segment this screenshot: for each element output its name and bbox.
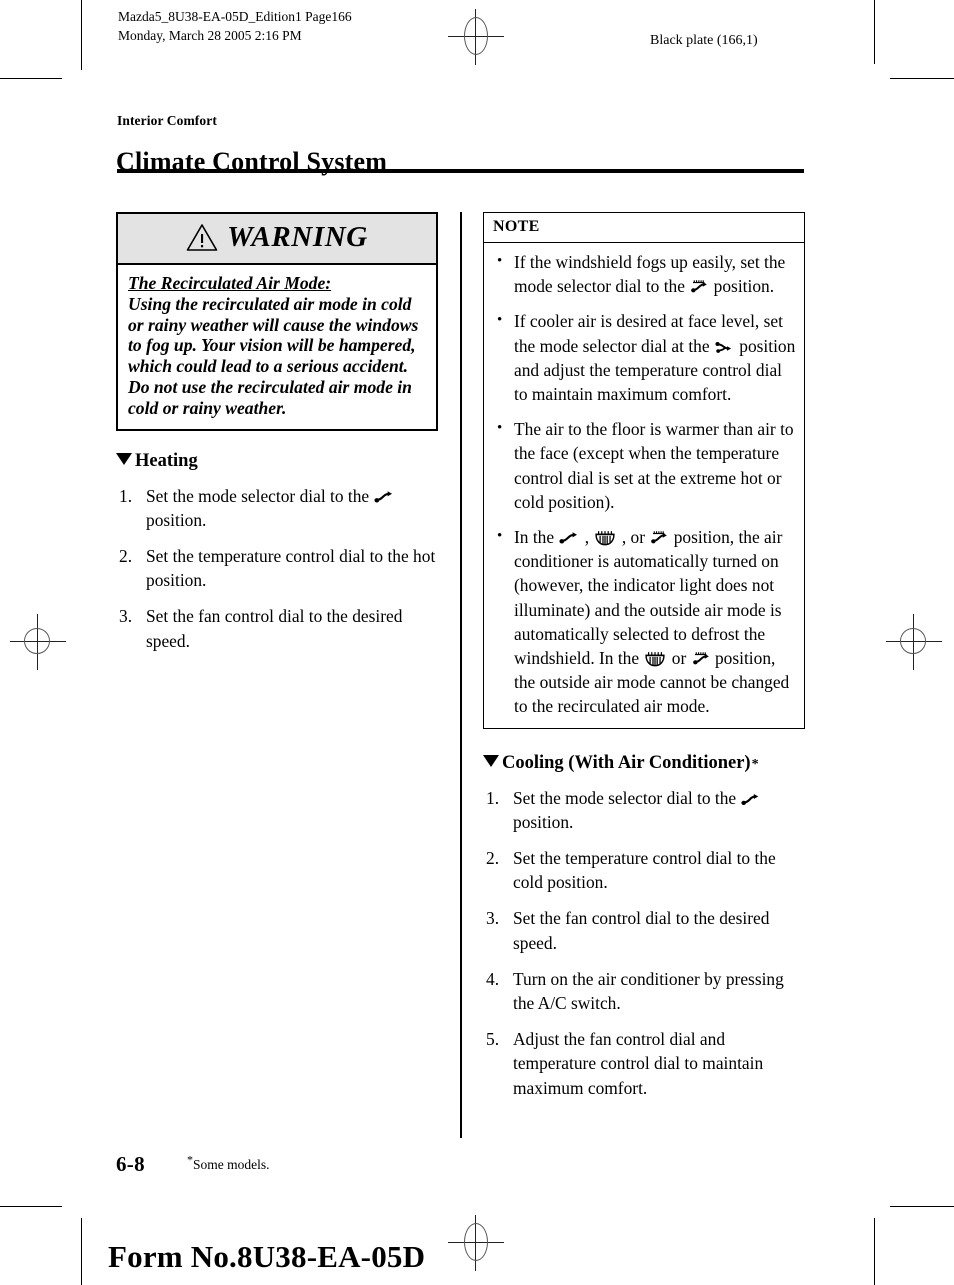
face-mode-icon	[741, 793, 759, 805]
note-label: NOTE	[484, 213, 804, 243]
step-text: Adjust the fan control dial and temperat…	[513, 1029, 764, 1098]
page-number: 6-8	[116, 1152, 145, 1176]
step-text: Set the temperature control dial to the …	[146, 545, 436, 591]
column-divider	[460, 212, 462, 1138]
registration-mark-top	[448, 9, 504, 65]
registration-mark-left	[10, 614, 66, 670]
defrost-mode-icon	[691, 280, 708, 293]
step-text-before: Set the mode selector dial to the	[146, 485, 374, 506]
warning-callout: WARNING The Recirculated Air Mode: Using …	[116, 212, 438, 431]
triangle-down-icon	[116, 452, 132, 465]
title-rule	[117, 169, 804, 173]
crop-mark-top-right-vertical	[874, 0, 875, 64]
list-item: Set the temperature control dial to the …	[116, 544, 438, 592]
list-item: If the windshield fogs up easily, set th…	[492, 249, 796, 298]
footnote: *Some models.	[187, 1154, 270, 1173]
note-callout: NOTE If the windshield fogs up easily, s…	[483, 212, 805, 729]
note-text: ,	[580, 527, 594, 548]
right-column: NOTE If the windshield fogs up easily, s…	[483, 212, 805, 1100]
list-item: Turn on the air conditioner by pressing …	[483, 967, 805, 1015]
crop-mark-top-right-horizontal	[890, 78, 954, 79]
face-foot-mode-icon	[715, 341, 732, 353]
crop-mark-bottom-right-vertical	[874, 1218, 875, 1285]
warning-body-text: Using the recirculated air mode in cold …	[128, 293, 419, 418]
list-item: If cooler air is desired at face level, …	[492, 308, 796, 406]
registration-mark-bottom	[448, 1215, 504, 1271]
crop-mark-bottom-left-horizontal	[0, 1206, 62, 1207]
list-item: In the , , or	[492, 524, 796, 719]
crop-mark-bottom-left-vertical	[81, 1218, 82, 1285]
foot-mode-icon	[559, 532, 578, 544]
note-text: position.	[709, 276, 775, 297]
note-list: If the windshield fogs up easily, set th…	[492, 249, 796, 719]
warning-label: WARNING	[227, 221, 368, 253]
note-text: In the	[514, 527, 559, 548]
heating-heading-label: Heating	[135, 450, 198, 471]
list-item: Set the mode selector dial to the positi…	[483, 786, 805, 834]
plate-label: Black plate (166,1)	[650, 33, 758, 48]
windshield-defrost-icon	[645, 652, 666, 667]
chapter-eyebrow: Interior Comfort	[117, 113, 217, 128]
step-text-before: Set the mode selector dial to the	[513, 787, 741, 808]
list-item: Set the mode selector dial to the positi…	[116, 484, 438, 532]
cooling-steps: Set the mode selector dial to the positi…	[483, 786, 805, 1100]
step-text: Turn on the air conditioner by pressing …	[513, 968, 784, 1014]
warning-header: WARNING	[118, 214, 436, 265]
note-text: The air to the floor is warmer than air …	[514, 419, 794, 512]
list-item: Set the fan control dial to the desired …	[483, 906, 805, 954]
foot-mode-icon	[374, 490, 393, 503]
step-text: Set the temperature control dial to the …	[513, 848, 776, 893]
print-job-line-2: Monday, March 28 2005 2:16 PM	[118, 28, 302, 43]
section-heading-heating: Heating	[116, 451, 438, 472]
note-text: , or	[617, 527, 650, 548]
warning-triangle-icon	[186, 224, 218, 251]
step-text-after: position.	[513, 811, 574, 832]
form-number: Form No.8U38-EA-05D	[108, 1239, 426, 1274]
footnote-text: Some models.	[193, 1157, 270, 1172]
step-text: Set the fan control dial to the desired …	[513, 908, 770, 953]
cooling-heading-label: Cooling (With Air Conditioner)	[502, 752, 751, 773]
step-text: Set the fan control dial to the desired …	[146, 606, 403, 651]
crop-mark-bottom-right-horizontal	[890, 1206, 954, 1207]
step-text-after: position.	[146, 509, 207, 530]
list-item: Set the fan control dial to the desired …	[116, 604, 438, 652]
warning-lead-in: The Recirculated Air Mode:	[128, 273, 332, 293]
note-body: If the windshield fogs up easily, set th…	[484, 243, 804, 728]
left-column: WARNING The Recirculated Air Mode: Using …	[116, 212, 438, 653]
registration-mark-right	[886, 614, 942, 670]
print-job-line-1: Mazda5_8U38-EA-05D_Edition1 Page166	[118, 9, 352, 24]
crop-mark-top-left-vertical	[81, 0, 82, 70]
defrost-mode-icon	[692, 652, 709, 665]
list-item: Set the temperature control dial to the …	[483, 846, 805, 894]
windshield-defrost-icon	[595, 531, 616, 546]
list-item: Adjust the fan control dial and temperat…	[483, 1027, 805, 1100]
triangle-down-icon	[483, 754, 499, 767]
note-text: position, the air conditioner is automat…	[514, 527, 783, 669]
heating-steps: Set the mode selector dial to the positi…	[116, 484, 438, 653]
print-job-info: Mazda5_8U38-EA-05D_Edition1 Page166 Monda…	[118, 7, 352, 45]
defrost-mode-icon	[651, 531, 668, 544]
note-text: or	[667, 648, 691, 669]
warning-text: The Recirculated Air Mode: Using the reci…	[118, 265, 436, 429]
crop-mark-top-left-horizontal	[0, 78, 62, 79]
section-heading-cooling: Cooling (With Air Conditioner) *	[483, 753, 805, 774]
list-item: The air to the floor is warmer than air …	[492, 416, 796, 514]
